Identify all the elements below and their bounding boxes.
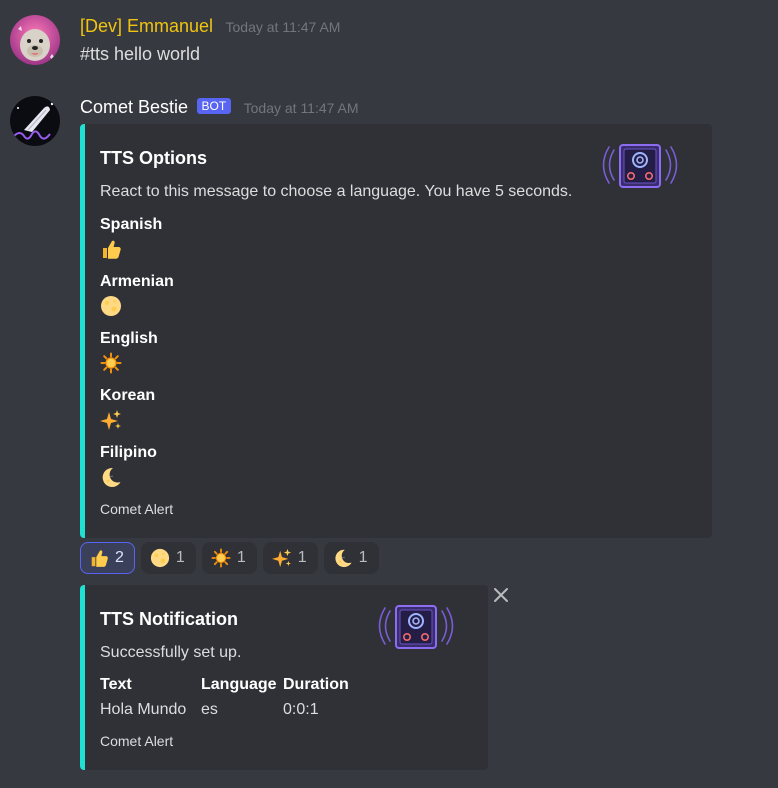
sun-icon [211, 548, 231, 568]
crescent-moon-icon [100, 466, 122, 488]
username[interactable]: [Dev] Emmanuel [80, 16, 213, 36]
reaction-count: 1 [358, 549, 368, 566]
sun-icon [100, 352, 122, 374]
embed-title: TTS Options [100, 148, 207, 168]
reaction-full-moon[interactable]: 1 [140, 542, 196, 574]
embed-title: TTS Notification [100, 609, 238, 629]
full-moon-icon [150, 548, 170, 568]
sparkles-icon [100, 409, 122, 431]
field-value-text: Hola Mundo [100, 701, 187, 718]
reaction-sparkles[interactable]: 1 [262, 542, 318, 574]
field-name-language: Language [201, 676, 277, 693]
reaction-count: 2 [115, 549, 124, 566]
embed-footer: Comet Alert [100, 733, 174, 749]
avatar[interactable] [10, 15, 60, 65]
field-name-english: English [100, 330, 158, 347]
reaction-sun[interactable]: 1 [201, 542, 257, 574]
reaction-crescent-moon[interactable]: 1 [323, 542, 379, 574]
reaction-count: 1 [297, 549, 307, 566]
thumbs-up-icon [100, 238, 122, 260]
field-value-language: es [201, 701, 218, 718]
field-name-korean: Korean [100, 387, 156, 404]
reaction-count: 1 [175, 549, 185, 566]
field-name-text: Text [100, 676, 132, 693]
embed-description: Successfully set up. [100, 644, 242, 661]
close-icon[interactable] [492, 586, 510, 604]
embed-footer: Comet Alert [100, 501, 174, 517]
message-header: Comet Bestie BOT Today at 11:47 AM [80, 97, 359, 118]
avatar[interactable] [10, 96, 60, 146]
full-moon-icon [100, 295, 122, 317]
message-content: #tts hello world [80, 44, 201, 64]
timestamp: Today at 11:47 AM [225, 19, 341, 35]
crescent-moon-icon [333, 548, 353, 568]
reaction-thumbs-up[interactable]: 2 [80, 542, 135, 574]
speaker-icon[interactable] [600, 142, 680, 192]
speaker-icon[interactable] [376, 603, 456, 653]
reactions-bar: 2 1 1 1 1 [80, 542, 379, 574]
thumbs-up-icon [89, 548, 109, 568]
field-name-spanish: Spanish [100, 216, 163, 233]
embed-description: React to this message to choose a langua… [100, 183, 573, 200]
reaction-count: 1 [236, 549, 246, 566]
field-value-duration: 0:0:1 [283, 701, 319, 718]
field-name-filipino: Filipino [100, 444, 157, 461]
username[interactable]: Comet Bestie [80, 97, 188, 117]
message-header: [Dev] Emmanuel Today at 11:47 AM [80, 16, 340, 37]
field-name-armenian: Armenian [100, 273, 174, 290]
timestamp: Today at 11:47 AM [243, 100, 359, 116]
embed-tts-options: TTS Options React to this message to cho… [80, 124, 712, 538]
embed-tts-notification: TTS Notification Successfully set up. Te… [80, 585, 488, 770]
field-name-duration: Duration [283, 676, 349, 693]
sparkles-icon [272, 548, 292, 568]
bot-badge: BOT [196, 98, 232, 114]
